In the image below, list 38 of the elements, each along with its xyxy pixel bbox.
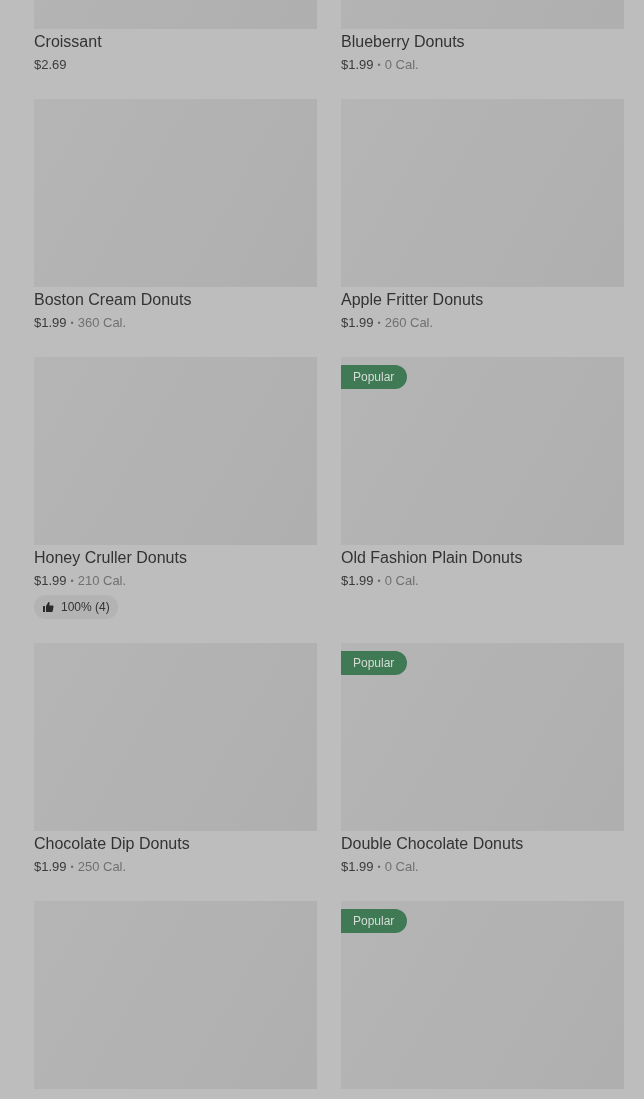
separator-dot: • [70,317,74,330]
separator-dot: • [377,59,381,72]
item-calories: 260 Cal. [384,314,434,332]
separator-dot: • [377,575,381,588]
item-name: Double Chocolate Donuts [341,834,524,854]
item-price: $1.99 [341,314,374,332]
separator-dot: • [70,861,74,874]
item-calories: 210 Cal. [77,572,127,590]
item-name: Croissant [34,32,102,52]
separator-dot: • [70,575,74,588]
item-name: Apple Fritter Donuts [341,290,484,310]
item-price: $2.69 [34,56,67,74]
popular-badge: Popular [341,909,408,933]
item-name: Boston Cream Donuts [34,290,192,310]
item-calories: 250 Cal. [77,858,127,876]
item-image[interactable]: Popular [341,357,624,545]
item-price: $1.99 [341,858,374,876]
item-image[interactable]: Popular [341,643,624,831]
item-price: $1.99 [34,572,67,590]
item-price: $1.99 [341,572,374,590]
item-price: $1.99 [34,858,67,876]
item-calories: 360 Cal. [77,314,127,332]
item-name: Honey Cruller Donuts [34,548,187,568]
popular-badge: Popular [341,365,408,389]
item-price: $1.99 [34,314,67,332]
item-image[interactable]: Popular [341,901,624,1089]
thumbs-up-icon [42,601,54,613]
item-name: Old Fashion Plain Donuts [341,548,523,568]
popular-badge: Popular [341,651,408,675]
item-calories: 0 Cal. [384,858,419,876]
separator-dot: • [377,861,381,874]
item-price: $1.99 [341,56,374,74]
item-calories: 0 Cal. [384,56,419,74]
rating-text: 100% (4) [61,600,110,614]
item-name: Blueberry Donuts [341,32,465,52]
separator-dot: • [377,317,381,330]
item-calories: 0 Cal. [384,572,419,590]
item-name: Chocolate Dip Donuts [34,834,190,854]
